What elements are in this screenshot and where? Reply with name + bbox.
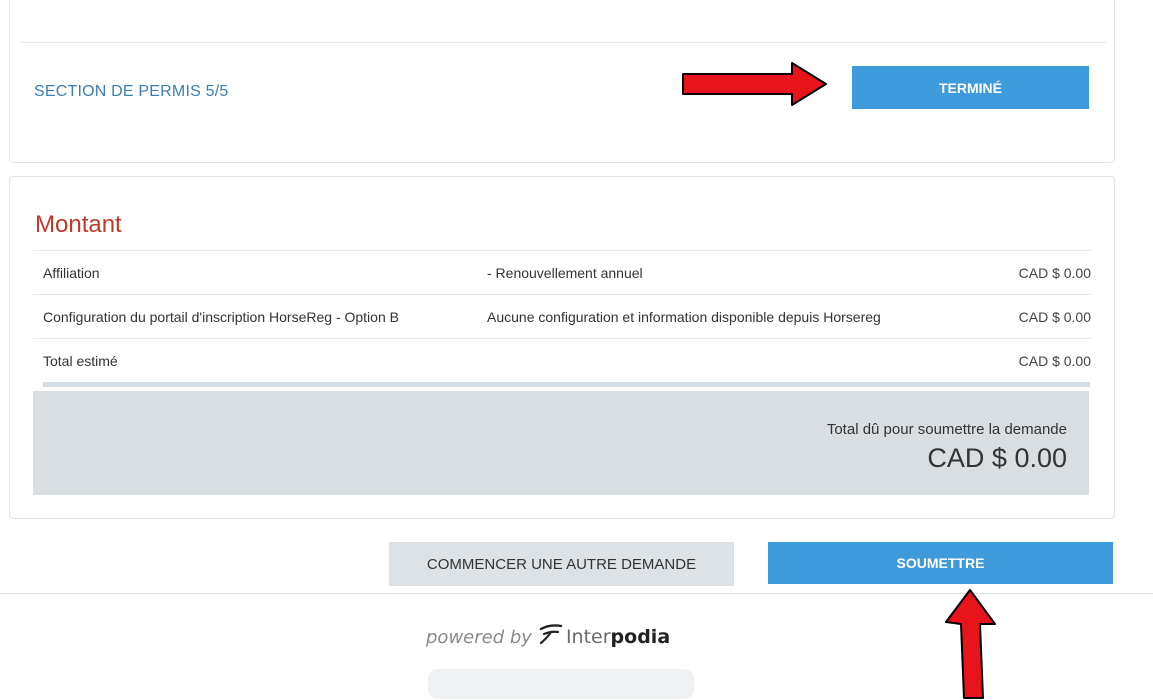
total-due-label: Total dû pour soumettre la demande — [826, 421, 1067, 438]
table-row: Configuration du portail d'inscription H… — [33, 294, 1091, 338]
row-item: Total estimé — [43, 352, 118, 369]
row-price: CAD $ 0.00 — [1018, 264, 1091, 281]
row-price: CAD $ 0.00 — [1018, 308, 1091, 325]
powered-by-text: powered by — [426, 626, 532, 648]
row-price: CAD $ 0.00 — [1018, 352, 1091, 369]
submit-button[interactable]: SOUMETTRE — [768, 542, 1113, 584]
row-item: Configuration du portail d'inscription H… — [43, 308, 399, 325]
row-description: Aucune configuration et information disp… — [487, 308, 881, 325]
amount-card: Montant Affiliation - Renouvellement ann… — [9, 176, 1115, 519]
row-description: - Renouvellement annuel — [487, 264, 643, 281]
total-due-amount: CAD $ 0.00 — [927, 443, 1067, 473]
brand-podia: podia — [610, 626, 671, 648]
amount-title: Montant — [35, 211, 122, 238]
footer-pill — [428, 669, 694, 699]
total-due-box: Total dû pour soumettre la demande CAD $… — [33, 391, 1089, 495]
permit-section-label: SECTION DE PERMIS 5/5 — [34, 83, 229, 100]
powered-by-branding: powered by Inter podia — [426, 623, 670, 651]
permit-section-card: SECTION DE PERMIS 5/5 TERMINÉ — [9, 0, 1115, 163]
amount-table: Affiliation - Renouvellement annuel CAD … — [33, 250, 1091, 387]
row-item: Affiliation — [43, 264, 100, 281]
table-bottom-bar — [43, 382, 1090, 387]
done-button[interactable]: TERMINÉ — [852, 66, 1089, 109]
interpodia-logo-icon — [538, 623, 564, 651]
new-request-button[interactable]: COMMENCER UNE AUTRE DEMANDE — [389, 542, 734, 586]
divider — [20, 42, 1106, 43]
brand-inter: Inter — [565, 626, 611, 648]
annotation-arrow-up-icon — [945, 589, 996, 699]
annotation-arrow-right-icon — [682, 62, 827, 106]
table-row: Affiliation - Renouvellement annuel CAD … — [33, 250, 1091, 294]
table-row-total: Total estimé CAD $ 0.00 — [33, 338, 1091, 382]
